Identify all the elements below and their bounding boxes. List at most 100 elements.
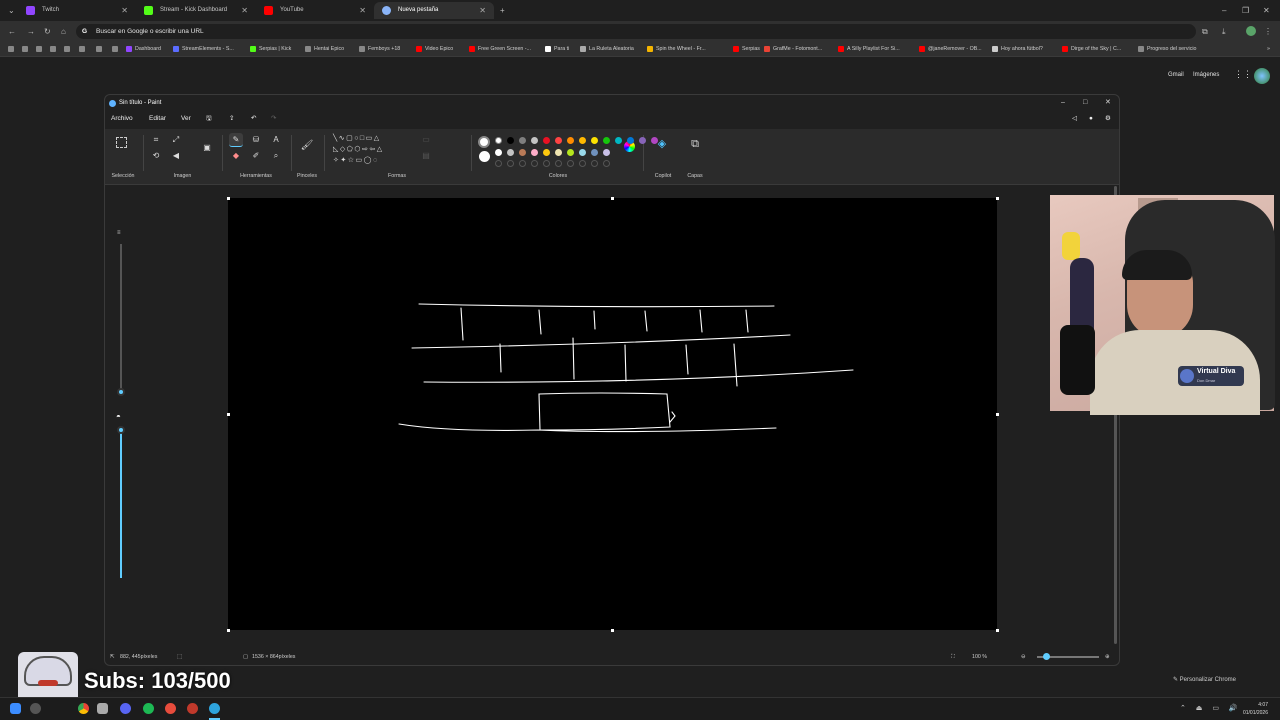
custom-color-slot[interactable]	[519, 160, 526, 167]
zoom-level[interactable]: 100 %	[972, 649, 987, 665]
app-icon[interactable]	[165, 703, 176, 714]
taskbar-clock[interactable]: 4:07 01/01/2026	[1243, 701, 1268, 717]
layers-icon[interactable]: ⧉	[688, 137, 702, 151]
color-swatch[interactable]	[639, 137, 646, 144]
bookmark-item[interactable]: Femboys +18	[359, 42, 400, 57]
minimize-icon[interactable]: –	[1061, 95, 1065, 111]
selection-rect-icon[interactable]	[116, 137, 127, 148]
tab-search-icon[interactable]: ⌄	[8, 0, 15, 21]
tab-twitch[interactable]: Twitch ✕	[18, 2, 136, 19]
close-window-icon[interactable]: ✕	[1263, 0, 1270, 21]
maximize-icon[interactable]: □	[1083, 95, 1087, 111]
file-explorer-icon[interactable]	[97, 703, 108, 714]
fill-bucket-icon[interactable]: ⛁	[249, 133, 263, 147]
images-link[interactable]: Imágenes	[1193, 72, 1219, 78]
bookmark-icon[interactable]	[22, 42, 31, 57]
brush-icon[interactable]: 🖌	[300, 139, 314, 153]
bookmark-icon[interactable]	[96, 42, 105, 57]
custom-color-slot[interactable]	[603, 160, 610, 167]
notifications-icon[interactable]: ◁	[1072, 111, 1077, 127]
forward-icon[interactable]: →	[27, 21, 35, 42]
color-swatch[interactable]	[507, 137, 514, 144]
apps-icon[interactable]	[8, 42, 17, 57]
shape-outline-icon[interactable]: ▭	[419, 133, 433, 147]
magnifier-icon[interactable]: ⌕	[269, 149, 283, 163]
close-icon[interactable]: ✕	[359, 2, 366, 19]
custom-color-slot[interactable]	[579, 160, 586, 167]
resize-handle[interactable]	[611, 197, 614, 200]
zoom-slider-thumb[interactable]	[1043, 653, 1050, 660]
brush-size-slider[interactable]: ≡ ◓	[113, 230, 129, 590]
bookmark-item[interactable]: Serpias	[733, 42, 760, 57]
custom-color-slot[interactable]	[531, 160, 538, 167]
primary-color[interactable]	[478, 136, 490, 148]
personalize-chrome-button[interactable]: ✎ Personalizar Chrome	[1173, 676, 1236, 683]
bookmark-icon[interactable]	[36, 42, 45, 57]
account-avatar[interactable]	[1254, 68, 1270, 84]
color-swatch[interactable]	[519, 149, 526, 156]
bookmark-item[interactable]: La Ruleta Aleatoria	[580, 42, 634, 57]
settings-gear-icon[interactable]: ⚙	[1105, 111, 1111, 127]
profile-avatar[interactable]	[1246, 26, 1256, 36]
opacity-thumb[interactable]	[117, 426, 125, 434]
share-icon[interactable]: ⇪	[229, 111, 234, 127]
color-swatch[interactable]	[555, 137, 562, 144]
start-icon[interactable]	[10, 703, 21, 714]
download-icon[interactable]: ⤓	[1222, 21, 1226, 42]
color-swatch[interactable]	[615, 137, 622, 144]
chrome-icon[interactable]	[78, 703, 89, 714]
menu-archivo[interactable]: Archivo	[111, 111, 133, 127]
color-swatch[interactable]	[507, 149, 514, 156]
custom-color-slot[interactable]	[555, 160, 562, 167]
color-swatch[interactable]	[567, 149, 574, 156]
apps-grid-icon[interactable]: ⋮⋮	[1234, 69, 1252, 80]
bookmark-item[interactable]: Para ti	[545, 42, 569, 57]
menu-editar[interactable]: Editar	[149, 111, 166, 127]
close-icon[interactable]: ✕	[121, 2, 128, 19]
extensions-icon[interactable]: ⧉	[1202, 21, 1208, 42]
gmail-link[interactable]: Gmail	[1168, 72, 1184, 78]
reload-icon[interactable]: ↻	[44, 21, 51, 42]
color-swatch[interactable]	[603, 149, 610, 156]
color-swatch[interactable]	[579, 137, 586, 144]
bookmark-icon[interactable]	[112, 42, 121, 57]
restore-icon[interactable]: ❐	[1242, 0, 1249, 21]
home-icon[interactable]: ⌂	[61, 21, 66, 42]
bookmark-item[interactable]: Dirge of the Sky | C...	[1062, 42, 1121, 57]
bookmark-item[interactable]: Progreso del servicio	[1138, 42, 1196, 57]
tab-new-tab[interactable]: Nueva pestaña ✕	[374, 2, 494, 19]
zoom-slider[interactable]	[1037, 653, 1099, 660]
bookmark-item[interactable]: @janeRemover - OB...	[919, 42, 982, 57]
address-bar[interactable]: G Buscar en Google o escribir una URL	[76, 24, 1196, 39]
color-swatch[interactable]	[531, 149, 538, 156]
zoom-out-icon[interactable]: ⊖	[1021, 649, 1025, 665]
bookmark-item[interactable]: A Silly Playlist For Si...	[838, 42, 900, 57]
drawing-canvas[interactable]	[228, 198, 997, 630]
custom-color-slot[interactable]	[543, 160, 550, 167]
search-icon[interactable]	[30, 703, 41, 714]
color-swatch[interactable]	[603, 137, 610, 144]
image-select-icon[interactable]: ▣	[200, 141, 214, 155]
save-icon[interactable]: 🖫	[206, 111, 212, 127]
color-swatch[interactable]	[627, 137, 634, 144]
secondary-color[interactable]	[479, 151, 490, 162]
tab-youtube[interactable]: YouTube ✕	[256, 2, 374, 19]
color-swatch[interactable]	[555, 149, 562, 156]
custom-color-slot[interactable]	[591, 160, 598, 167]
custom-color-slot[interactable]	[507, 160, 514, 167]
close-icon[interactable]: ✕	[1105, 95, 1111, 111]
bookmark-item[interactable]: Serpias | Kick	[250, 42, 291, 57]
bookmark-item[interactable]: Spin the Wheel - Fr...	[647, 42, 706, 57]
pencil-icon[interactable]: ✎	[229, 133, 243, 147]
undo-icon[interactable]: ↶	[251, 111, 256, 127]
bookmark-item[interactable]: Hoy ahora fútbol?	[992, 42, 1043, 57]
close-icon[interactable]: ✕	[479, 2, 486, 19]
bookmark-item[interactable]: StreamElements - S...	[173, 42, 234, 57]
color-swatch[interactable]	[543, 137, 550, 144]
color-swatch[interactable]	[567, 137, 574, 144]
bookmark-icon[interactable]	[50, 42, 59, 57]
color-swatch[interactable]	[579, 149, 586, 156]
color-swatch[interactable]	[519, 137, 526, 144]
tray-icons[interactable]: ⌃ ⏏ ▭ 🔊	[1180, 704, 1242, 712]
resize-handle[interactable]	[996, 413, 999, 416]
